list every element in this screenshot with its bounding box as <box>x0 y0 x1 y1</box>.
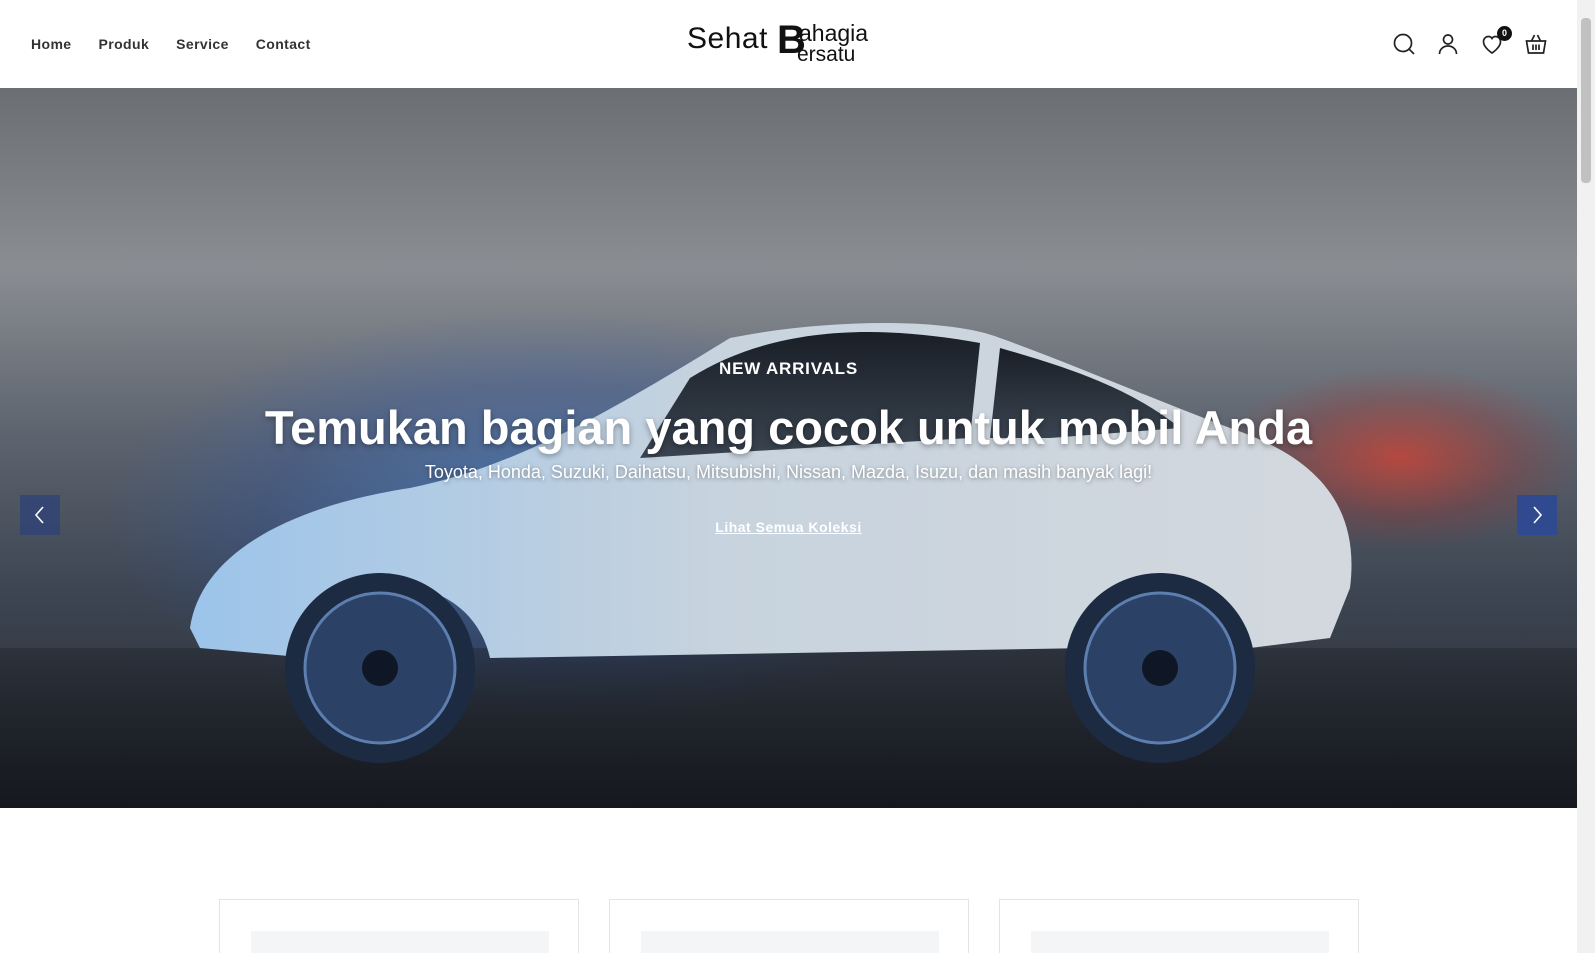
logo-text-ersatu: ersatu <box>797 43 856 66</box>
front-wheel <box>285 573 475 763</box>
scrollbar-thumb[interactable] <box>1581 18 1591 183</box>
featured-card[interactable] <box>219 899 579 953</box>
featured-cards <box>219 899 1359 953</box>
site-logo[interactable]: Sehat B ahagia ersatu <box>687 20 887 70</box>
page: Home Produk Service Contact Sehat B ahag… <box>0 0 1595 953</box>
basket-icon[interactable] <box>1524 32 1548 56</box>
card-placeholder <box>251 931 549 953</box>
header-actions: 0 <box>1392 26 1548 56</box>
rear-wheel <box>1065 573 1255 763</box>
nav-home-link[interactable]: Home <box>31 36 72 52</box>
nav-produk-link[interactable]: Produk <box>99 36 150 52</box>
logo-text-ahagia: ahagia <box>799 20 869 46</box>
hero-car-image <box>190 323 1352 763</box>
nav-contact-link[interactable]: Contact <box>256 36 311 52</box>
heart-icon[interactable]: 0 <box>1480 26 1512 56</box>
slider-prev-button[interactable] <box>20 495 60 535</box>
view-all-collections-link[interactable]: Lihat Semua Koleksi <box>715 519 861 535</box>
card-placeholder <box>641 931 939 953</box>
chevron-left-icon <box>34 506 44 524</box>
main-nav: Home Produk Service Contact <box>31 36 311 52</box>
hero-kicker: NEW ARRIVALS <box>719 359 858 378</box>
page-scrollbar[interactable] <box>1577 0 1595 953</box>
hero-slider: NEW ARRIVALS Temukan bagian yang cocok u… <box>0 88 1577 808</box>
hero-cta-wrap: Lihat Semua Koleksi <box>0 519 1577 537</box>
site-header: Home Produk Service Contact Sehat B ahag… <box>0 0 1577 88</box>
user-icon[interactable] <box>1436 32 1460 56</box>
chevron-right-icon <box>1533 506 1543 524</box>
slider-next-button[interactable] <box>1517 495 1557 535</box>
hero-subline: Toyota, Honda, Suzuki, Daihatsu, Mitsubi… <box>424 462 1153 482</box>
search-icon[interactable] <box>1392 32 1416 56</box>
logo-text-sehat: Sehat <box>687 22 768 55</box>
wishlist-count-badge: 0 <box>1497 26 1512 41</box>
hero-headline: Temukan bagian yang cocok untuk mobil An… <box>264 401 1313 454</box>
card-placeholder <box>1031 931 1329 953</box>
featured-card[interactable] <box>609 899 969 953</box>
featured-card[interactable] <box>999 899 1359 953</box>
nav-service-link[interactable]: Service <box>176 36 229 52</box>
